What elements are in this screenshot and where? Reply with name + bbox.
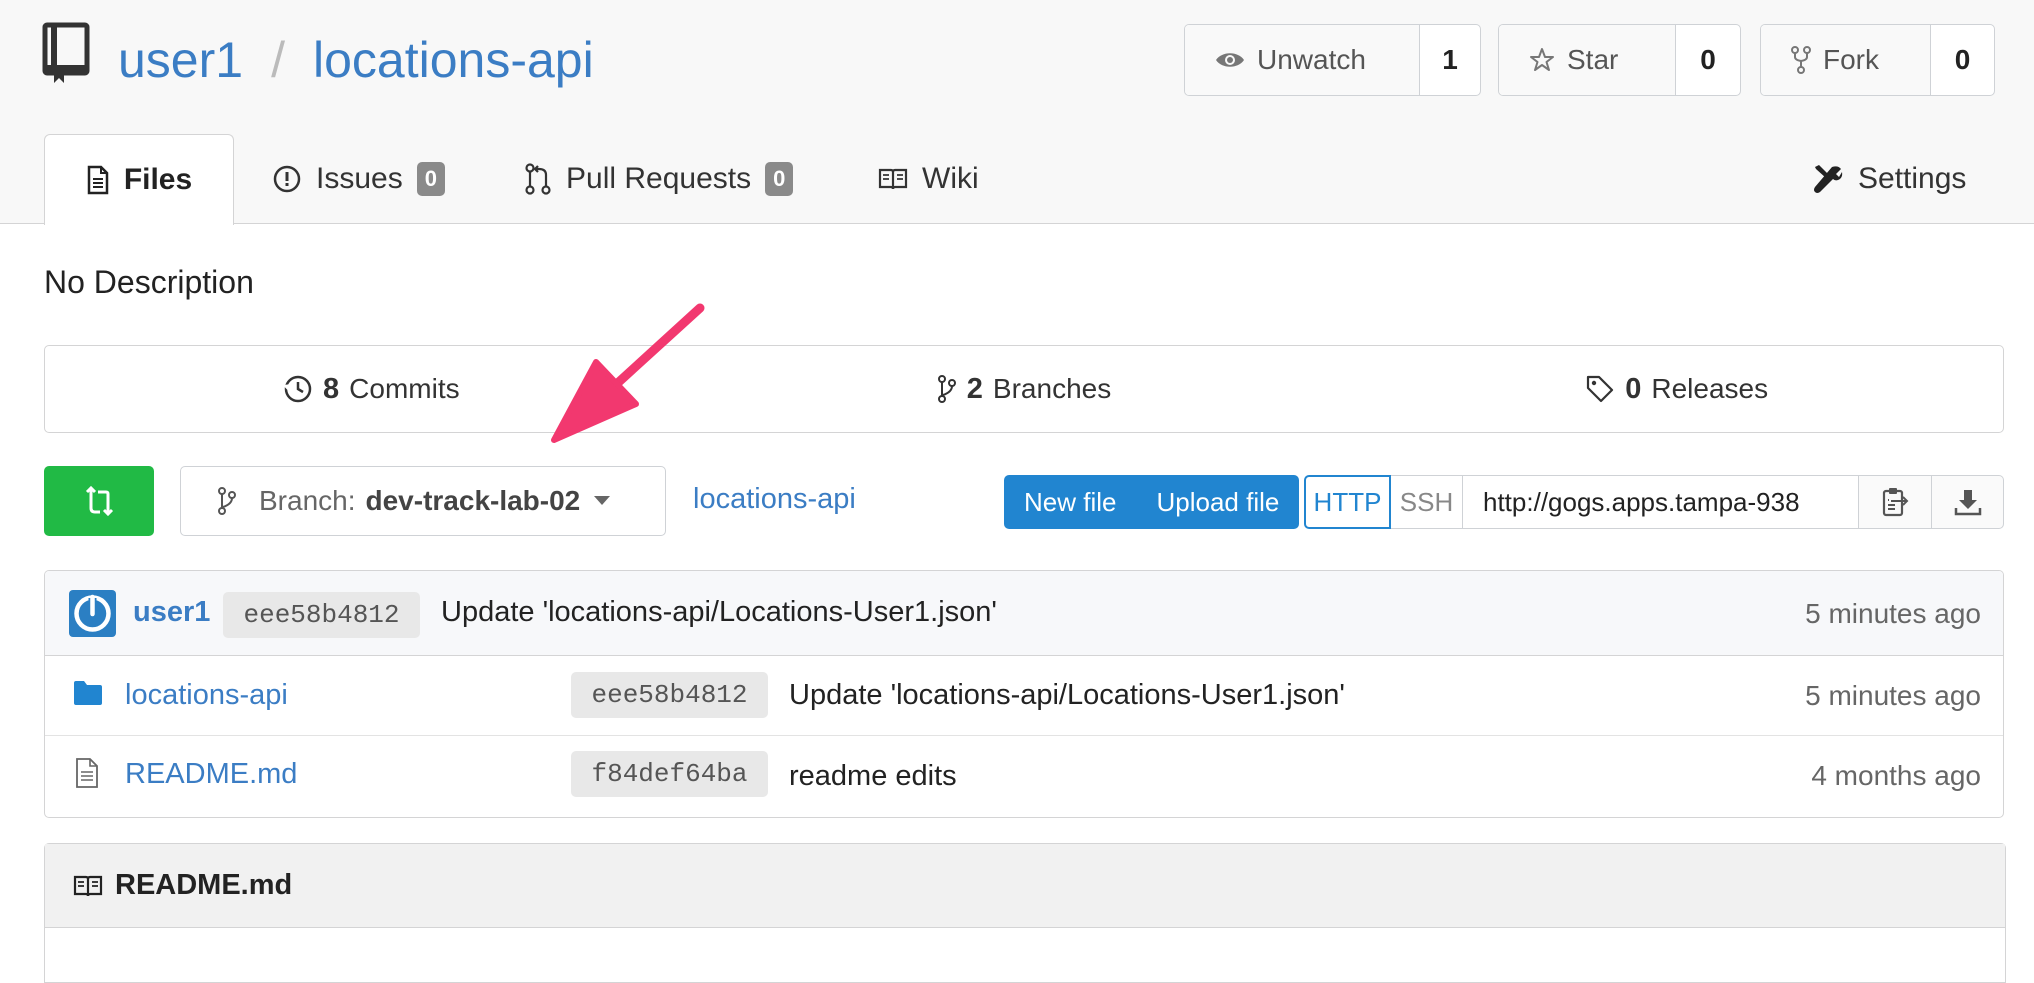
- history-icon: [283, 374, 313, 404]
- branches-label: Branches: [992, 373, 1112, 404]
- fork-button[interactable]: Fork: [1761, 25, 1931, 95]
- tab-issues[interactable]: Issues 0: [272, 134, 445, 223]
- tab-pull-requests[interactable]: Pull Requests 0: [524, 134, 794, 223]
- file-commit-sha[interactable]: f84def64ba: [571, 751, 768, 797]
- commits-count: 8: [323, 372, 340, 405]
- file-action-buttons: New file Upload file: [1004, 475, 1300, 529]
- commit-author-link[interactable]: user1: [133, 596, 210, 629]
- commit-time: 5 minutes ago: [1805, 598, 1981, 629]
- branches-count: 2: [966, 372, 983, 405]
- fork-count[interactable]: 0: [1931, 25, 1994, 95]
- branch-selector[interactable]: Branch: dev-track-lab-02: [180, 466, 666, 536]
- releases-count: 0: [1625, 372, 1642, 405]
- branch-icon: [217, 486, 237, 516]
- caret-down-icon: [594, 496, 611, 506]
- repo-description: No Description: [44, 264, 254, 300]
- file-icon: [75, 758, 99, 788]
- branch-prefix: Branch:: [259, 485, 356, 516]
- new-file-button[interactable]: New file: [1004, 487, 1136, 518]
- readme-panel: README.md: [44, 843, 2006, 983]
- clone-http-button[interactable]: HTTP: [1304, 475, 1391, 529]
- releases-label: Releases: [1651, 373, 1769, 404]
- table-row: README.md f84def64ba readme edits 4 mont…: [45, 736, 2003, 817]
- tab-files-label: Files: [123, 163, 193, 196]
- branches-stat[interactable]: 2 Branches: [698, 346, 1351, 432]
- commit-sha-button[interactable]: eee58b4812: [223, 592, 420, 638]
- repo-path-separator: /: [271, 32, 285, 88]
- readme-title: README.md: [115, 869, 293, 901]
- file-commit-time: 4 months ago: [1811, 760, 1981, 791]
- latest-commit-row: user1 eee58b4812 Update 'locations-api/L…: [45, 571, 2003, 656]
- compare-button[interactable]: [44, 466, 154, 536]
- pull-requests-count-badge: 0: [765, 161, 794, 196]
- download-button[interactable]: [1932, 475, 2004, 529]
- tab-settings[interactable]: Settings: [1812, 134, 1966, 223]
- repo-name-link[interactable]: locations-api: [313, 31, 594, 89]
- unwatch-label: Unwatch: [1257, 44, 1366, 75]
- watch-count[interactable]: 1: [1420, 25, 1480, 95]
- avatar[interactable]: [69, 590, 116, 637]
- star-label: Star: [1567, 44, 1619, 75]
- pull-request-icon: [524, 162, 552, 195]
- fork-icon: [1791, 46, 1811, 74]
- book-icon: [878, 167, 908, 191]
- fork-label: Fork: [1823, 44, 1879, 75]
- repo-owner-link[interactable]: user1: [118, 31, 243, 89]
- fork-group: Fork 0: [1760, 24, 1995, 96]
- tag-icon: [1585, 374, 1615, 404]
- commit-message[interactable]: Update 'locations-api/Locations-User1.js…: [441, 596, 997, 629]
- issues-count-badge: 0: [416, 161, 445, 196]
- file-commit-message[interactable]: Update 'locations-api/Locations-User1.js…: [789, 679, 1345, 712]
- tab-issues-label: Issues: [316, 161, 403, 195]
- tab-settings-label: Settings: [1858, 161, 1967, 195]
- compare-icon: [82, 484, 116, 518]
- folder-icon: [73, 680, 103, 706]
- repo-title: user1 / locations-api: [118, 22, 594, 98]
- file-table: user1 eee58b4812 Update 'locations-api/L…: [44, 570, 2004, 818]
- tab-files[interactable]: Files: [44, 134, 234, 225]
- star-count[interactable]: 0: [1676, 25, 1740, 95]
- star-icon: [1529, 47, 1555, 73]
- star-button[interactable]: Star: [1499, 25, 1676, 95]
- copy-url-button[interactable]: [1859, 475, 1932, 529]
- branch-name: dev-track-lab-02: [365, 485, 581, 516]
- releases-stat[interactable]: 0 Releases: [1350, 346, 2003, 432]
- repo-stats-bar: 8 Commits 2 Branches 0 Releases: [44, 345, 2004, 433]
- file-commit-time: 5 minutes ago: [1805, 680, 1981, 711]
- path-link[interactable]: locations-api: [693, 483, 856, 516]
- issue-icon: [272, 164, 302, 194]
- file-commit-message[interactable]: readme edits: [789, 760, 957, 793]
- book-icon: [73, 874, 103, 898]
- tools-icon: [1812, 163, 1844, 195]
- upload-file-button[interactable]: Upload file: [1136, 487, 1299, 518]
- tab-wiki-label: Wiki: [922, 161, 979, 195]
- clone-url-input[interactable]: http://gogs.apps.tampa-938: [1463, 475, 1859, 529]
- file-name-link[interactable]: README.md: [125, 758, 297, 791]
- eye-icon: [1215, 50, 1245, 70]
- branch-icon: [937, 374, 957, 404]
- tab-wiki[interactable]: Wiki: [878, 134, 979, 223]
- table-row: locations-api eee58b4812 Update 'locatio…: [45, 656, 2003, 736]
- unwatch-group: Unwatch 1: [1184, 24, 1481, 96]
- clone-ssh-button[interactable]: SSH: [1391, 475, 1463, 529]
- file-text-icon: [86, 165, 110, 195]
- download-icon: [1954, 488, 1982, 516]
- repo-header: user1 / locations-api Unwatch 1 Star 0 F…: [0, 0, 2034, 225]
- repo-icon: [42, 22, 90, 84]
- clipboard-icon: [1881, 487, 1909, 517]
- file-name-link[interactable]: locations-api: [125, 679, 288, 712]
- clone-panel: HTTP SSH http://gogs.apps.tampa-938: [1304, 475, 2004, 529]
- file-commit-sha[interactable]: eee58b4812: [571, 672, 768, 718]
- unwatch-button[interactable]: Unwatch: [1185, 25, 1420, 95]
- commits-label: Commits: [349, 373, 460, 404]
- star-group: Star 0: [1498, 24, 1741, 96]
- annotation-arrow: [540, 300, 710, 445]
- readme-header: README.md: [45, 844, 2005, 928]
- tab-pull-requests-label: Pull Requests: [566, 161, 752, 195]
